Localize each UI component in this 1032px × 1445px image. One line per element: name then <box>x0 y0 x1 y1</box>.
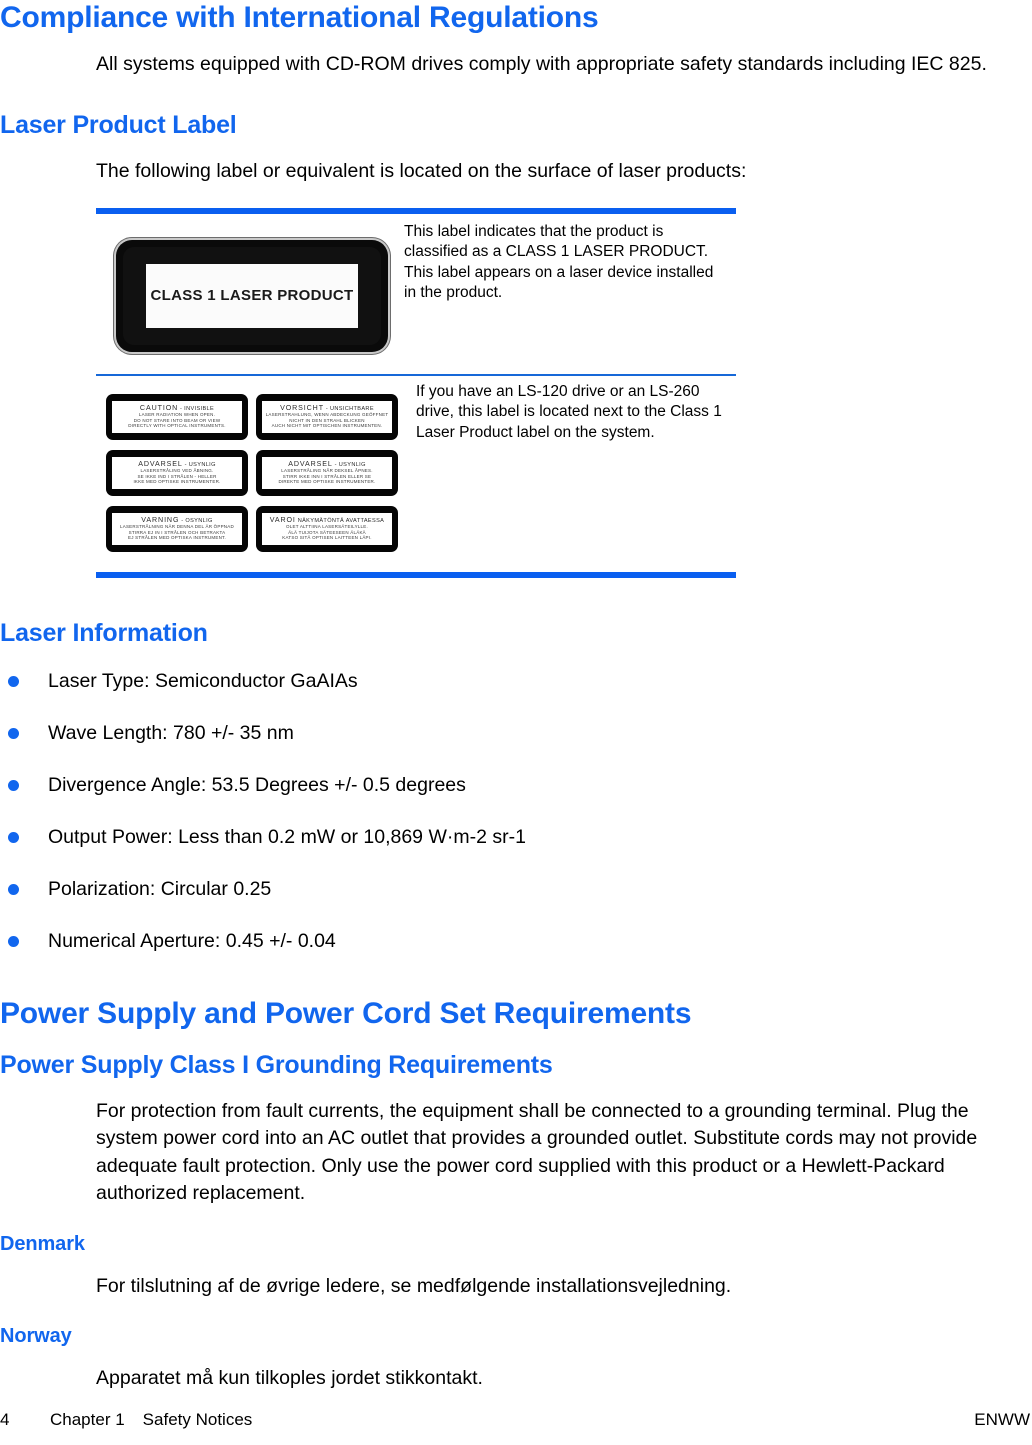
list-item: Output Power: Less than 0.2 mW or 10,869… <box>0 824 1032 850</box>
warning-label-swedish: VARNING - OSYNLIG LASERSTRÅLNING NÄR DENN… <box>106 505 248 552</box>
list-item-label: Polarization: Circular 0.25 <box>48 878 272 900</box>
warning-label-inner: VAROI NÄKYMÄTÖNTÄ AVATTAESSA OLET ALTTIIN… <box>262 512 392 545</box>
list-item: Polarization: Circular 0.25 <box>0 876 1032 902</box>
list-item-label: Laser Type: Semiconductor GaAIAs <box>48 670 358 692</box>
warning-label-inner: VORSICHT - UNSICHTBARE LASERSTRAHLUNG, WE… <box>262 400 392 433</box>
warning-label-line: DIREKTE MED OPTISKE INSTRUMENTER. <box>278 479 376 484</box>
figure-row-class1: CLASS 1 LASER PRODUCT This label indicat… <box>96 214 736 374</box>
warning-label-inner: ADVARSEL - USYNLIG LASERSTRÅLING NÅR DEKS… <box>262 456 392 489</box>
list-item-label: Divergence Angle: 53.5 Degrees +/- 0.5 d… <box>48 774 466 796</box>
warning-label-line: IKKE MED OPTISKE INSTRUMENTER. <box>133 479 221 484</box>
footer-right-label: ENWW <box>974 1410 1030 1429</box>
footer-left: 4 Chapter 1 Safety Notices <box>0 1410 252 1430</box>
warning-label-norwegian: ADVARSEL - USYNLIG LASERSTRÅLING NÅR DEKS… <box>256 449 398 496</box>
list-item: Wave Length: 780 +/- 35 nm <box>0 720 1032 746</box>
figure-bottom-rule <box>96 571 736 578</box>
paragraph-grounding-requirements: For protection from fault currents, the … <box>96 1099 978 1205</box>
class1-plate-inner: CLASS 1 LASER PRODUCT <box>123 246 381 345</box>
warning-label-danish: ADVARSEL - USYNLIG LASERSTRÅLING VED ÅBNI… <box>106 449 248 496</box>
list-item: Laser Type: Semiconductor GaAIAs <box>0 668 1032 694</box>
page-footer: 4 Chapter 1 Safety Notices ENWW <box>0 1409 1032 1431</box>
footer-chapter-title: Safety Notices <box>142 1410 253 1429</box>
list-item: Numerical Aperture: 0.45 +/- 0.04 <box>0 928 1032 954</box>
warning-label-inner: ADVARSEL - USYNLIG LASERSTRÅLING VED ÅBNI… <box>112 456 242 489</box>
warning-label-inner: CAUTION - INVISIBLE LASER RADIATION WHEN … <box>112 400 242 433</box>
warning-label-english: CAUTION - INVISIBLE LASER RADIATION WHEN … <box>106 393 248 440</box>
warning-label-title: CAUTION - INVISIBLE <box>139 404 215 413</box>
class1-plate-text: CLASS 1 LASER PRODUCT <box>150 287 354 305</box>
paragraph-norway: Apparatet må kun tilkoples jordet stikko… <box>96 1367 483 1390</box>
heading-norway: Norway <box>0 1325 72 1348</box>
class1-label-image: CLASS 1 LASER PRODUCT <box>96 214 388 374</box>
warning-label-german: VORSICHT - UNSICHTBARE LASERSTRAHLUNG, WE… <box>256 393 398 440</box>
warning-label-grid: CAUTION - INVISIBLE LASER RADIATION WHEN … <box>106 393 398 552</box>
warning-label-line: EJ STRÅLEN MED OPTISKA INSTRUMENT. <box>128 535 226 540</box>
multilingual-labels-caption: If you have an LS-120 drive or an LS-260… <box>416 382 722 441</box>
laser-information-list: Laser Type: Semiconductor GaAIAs Wave Len… <box>0 668 1032 954</box>
bullet-dot-icon <box>8 728 19 739</box>
list-item: Divergence Angle: 53.5 Degrees +/- 0.5 d… <box>0 772 1032 798</box>
warning-label-line: AUCH NICHT MIT OPTISCHEN INSTRUMENTEN. <box>271 423 383 428</box>
class1-plate: CLASS 1 LASER PRODUCT <box>116 239 388 352</box>
heading-power-supply-and-power-cord-set-requirements: Power Supply and Power Cord Set Requirem… <box>0 997 692 1030</box>
heading-power-supply-class-i-grounding-requirements: Power Supply Class I Grounding Requireme… <box>0 1050 553 1079</box>
warning-label-line: KATSO SITÄ OPTISEN LAITTEEN LÄPI. <box>282 535 372 540</box>
figure-row-multilingual: CAUTION - INVISIBLE LASER RADIATION WHEN … <box>96 376 736 572</box>
paragraph-laser-product-label: The following label or equivalent is loc… <box>96 160 747 183</box>
warning-label-finnish: VAROI NÄKYMÄTÖNTÄ AVATTAESSA OLET ALTTIIN… <box>256 505 398 552</box>
list-item-label: Numerical Aperture: 0.45 +/- 0.04 <box>48 930 336 952</box>
footer-chapter: Chapter 1 <box>50 1410 125 1429</box>
heading-laser-product-label: Laser Product Label <box>0 111 237 139</box>
list-item-label: Wave Length: 780 +/- 35 nm <box>48 722 294 744</box>
bullet-dot-icon <box>8 676 19 687</box>
footer-page-number: 4 <box>0 1410 10 1429</box>
bullet-dot-icon <box>8 832 19 843</box>
warning-label-inner: VARNING - OSYNLIG LASERSTRÅLNING NÄR DENN… <box>112 512 242 545</box>
heading-laser-information: Laser Information <box>0 618 208 647</box>
heading-denmark: Denmark <box>0 1232 85 1255</box>
document-page: Compliance with International Regulation… <box>0 0 1032 1445</box>
heading-compliance-with-international-regulations: Compliance with International Regulation… <box>0 1 599 34</box>
bullet-dot-icon <box>8 936 19 947</box>
class1-plate-white-field: CLASS 1 LASER PRODUCT <box>146 263 358 328</box>
class1-label-caption: This label indicates that the product is… <box>404 222 714 302</box>
laser-label-figure: CLASS 1 LASER PRODUCT This label indicat… <box>96 207 736 578</box>
list-item-label: Output Power: Less than 0.2 mW or 10,869… <box>48 826 526 848</box>
bullet-dot-icon <box>8 780 19 791</box>
multilingual-warning-labels-image: CAUTION - INVISIBLE LASER RADIATION WHEN … <box>96 376 398 572</box>
bullet-dot-icon <box>8 884 19 895</box>
paragraph-compliance: All systems equipped with CD-ROM drives … <box>96 52 987 75</box>
paragraph-denmark: For tilslutning af de øvrige ledere, se … <box>96 1274 732 1297</box>
warning-label-line: DIRECTLY WITH OPTICAL INSTRUMENTS. <box>128 423 226 428</box>
